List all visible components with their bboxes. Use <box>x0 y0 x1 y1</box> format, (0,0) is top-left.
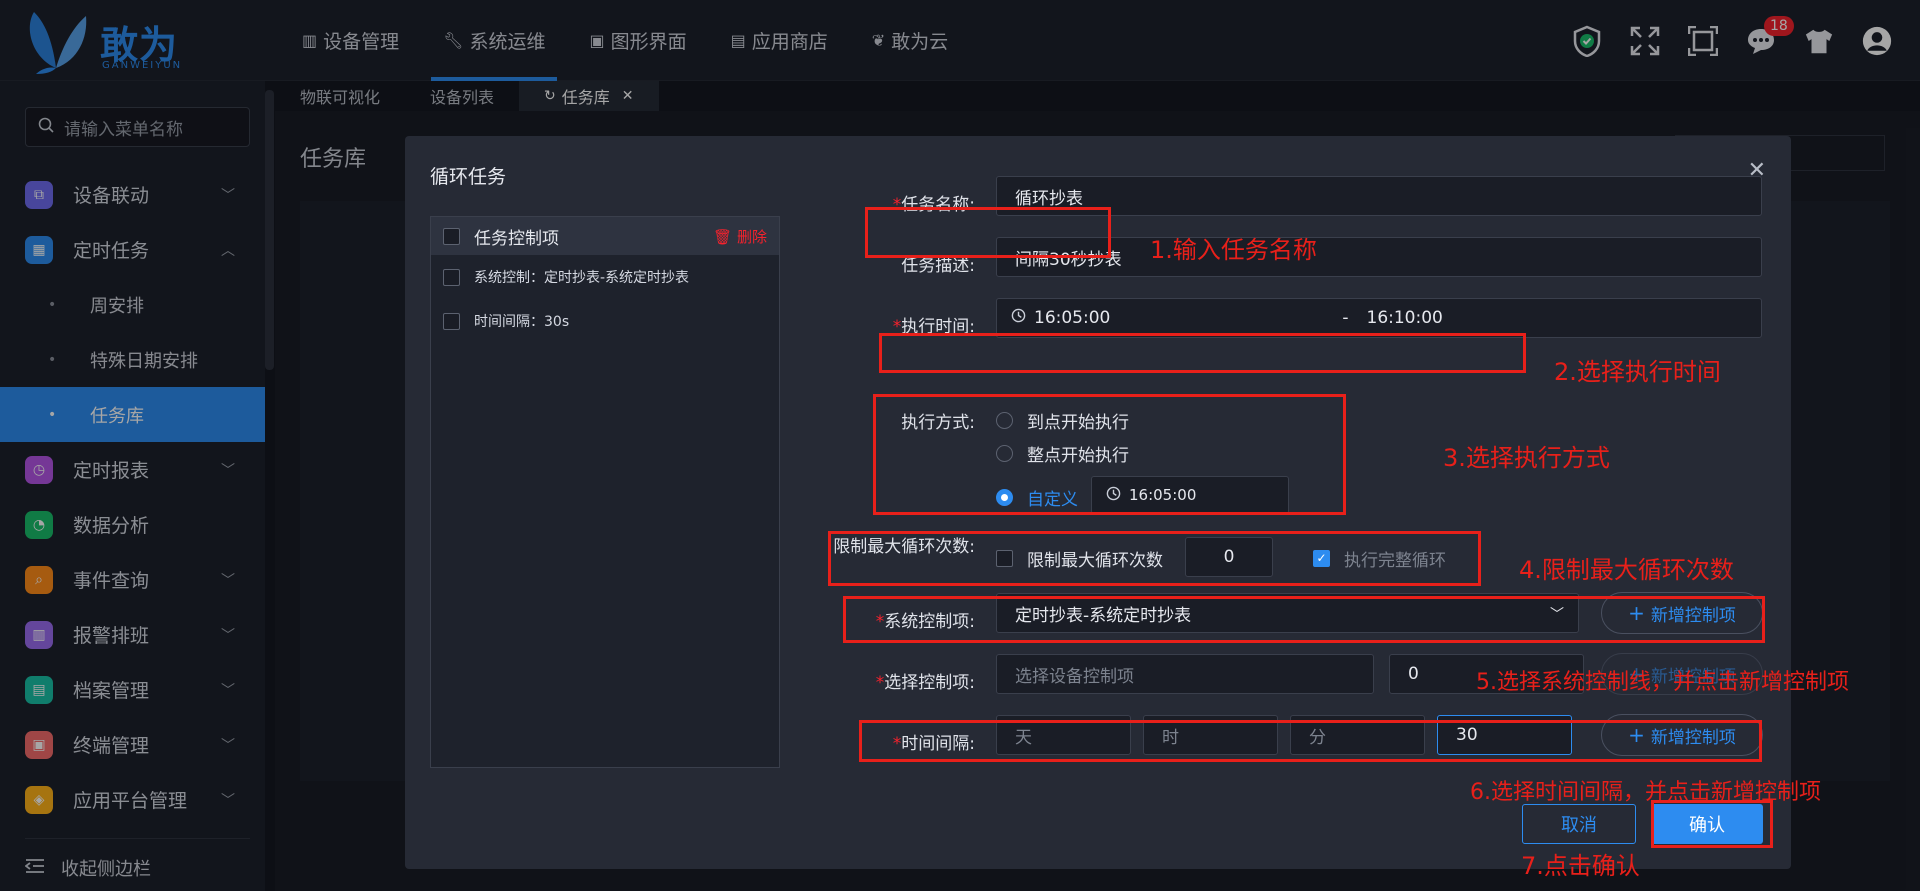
list-item[interactable]: 系统控制：定时抄表-系统定时抄表 <box>431 255 779 299</box>
annotation-box <box>843 596 1765 643</box>
delete-label: 删除 <box>736 228 767 246</box>
annotation-box <box>873 394 1346 515</box>
delete-button[interactable]: 🗑︎ 删除 <box>713 226 767 247</box>
annotation-note-7: 7.点击确认 <box>1521 852 1640 880</box>
select-control-label: *选择控制项: <box>875 673 975 693</box>
time-start: 16:05:00 <box>1034 308 1111 328</box>
time-end: 16:10:00 <box>1366 308 1443 328</box>
button-label: 取消 <box>1561 815 1597 836</box>
select-all-checkbox[interactable] <box>443 227 460 245</box>
task-control-panel: 任务控制项 🗑︎ 删除 系统控制：定时抄表-系统定时抄表 时间间隔：30s <box>430 216 780 768</box>
annotation-box <box>1651 800 1773 848</box>
annotation-box <box>859 720 1762 762</box>
row-checkbox[interactable] <box>443 268 460 286</box>
modal-title: 循环任务 <box>430 166 507 188</box>
input-value: 循环抄表 <box>1015 188 1083 209</box>
exec-time-range-picker[interactable]: 16:05:00 - 16:10:00 <box>996 298 1762 338</box>
panel-header-label: 任务控制项 <box>474 228 559 249</box>
annotation-note-4: 4.限制最大循环次数 <box>1519 556 1734 584</box>
input-value: 0 <box>1408 664 1419 684</box>
row-label: 系统控制：定时抄表-系统定时抄表 <box>474 270 690 286</box>
annotation-note-5: 5.选择系统控制线，并点击新增控制项 <box>1476 670 1849 695</box>
trash-icon: 🗑︎ <box>713 228 733 246</box>
cancel-button[interactable]: 取消 <box>1522 804 1636 844</box>
annotation-note-2: 2.选择执行时间 <box>1554 358 1721 386</box>
annotation-box <box>879 333 1526 373</box>
annotation-box <box>865 207 1111 258</box>
row-checkbox[interactable] <box>443 312 460 330</box>
task-control-header: 任务控制项 🗑︎ 删除 <box>431 217 779 255</box>
time-separator: - <box>1342 308 1349 328</box>
clock-icon <box>1011 308 1026 328</box>
input-placeholder: 选择设备控制项 <box>1015 666 1134 687</box>
annotation-box <box>828 531 1481 586</box>
list-item[interactable]: 时间间隔：30s <box>431 299 779 343</box>
row-label: 时间间隔：30s <box>474 314 570 330</box>
annotation-note-3: 3.选择执行方式 <box>1443 444 1610 472</box>
device-control-input[interactable]: 选择设备控制项 <box>996 654 1374 694</box>
annotation-note-6: 6.选择时间间隔，并点击新增控制项 <box>1470 780 1821 805</box>
annotation-note-1: 1.输入任务名称 <box>1150 236 1317 264</box>
